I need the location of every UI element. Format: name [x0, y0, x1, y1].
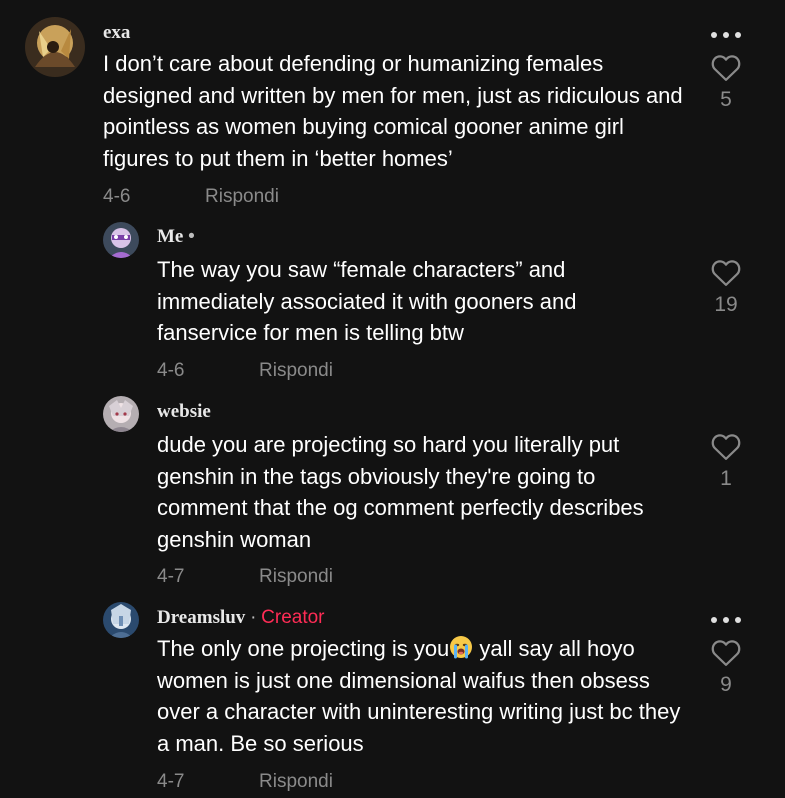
creator-badge: Creator	[261, 607, 325, 628]
reply-button[interactable]: Rispondi	[259, 566, 333, 588]
comment-author[interactable]: websie	[157, 401, 211, 423]
comment-meta: 4-7 Rispondi	[157, 771, 333, 793]
more-options-icon[interactable]	[710, 616, 742, 626]
heart-outline-icon[interactable]	[711, 259, 741, 287]
like-count: 1	[720, 467, 732, 490]
like-control[interactable]: 19	[706, 259, 746, 317]
avatar[interactable]	[103, 222, 139, 258]
comment-text: The only one projecting is you yall say …	[157, 633, 682, 759]
comment-exa: exa I don’t care about defending or huma…	[0, 0, 785, 215]
heart-outline-icon[interactable]	[711, 639, 741, 667]
comment-me: Me • The way you saw “female characters”…	[0, 215, 785, 390]
reply-button[interactable]: Rispondi	[259, 771, 333, 793]
comment-author[interactable]: exa	[103, 22, 130, 44]
comment-text: I don’t care about defending or humanizi…	[103, 51, 683, 171]
comment-meta: 4-6 Rispondi	[157, 360, 333, 382]
comment-author[interactable]: Me •	[157, 226, 195, 248]
author-name[interactable]: Dreamsluv	[157, 607, 245, 628]
comment-text: The way you saw “female characters” and …	[157, 257, 577, 345]
like-count: 19	[714, 293, 738, 316]
author-name[interactable]: Me	[157, 226, 183, 247]
like-control[interactable]: 9	[706, 639, 746, 697]
avatar[interactable]	[25, 17, 85, 77]
author-name[interactable]: exa	[103, 22, 130, 43]
heart-outline-icon[interactable]	[711, 54, 741, 82]
comment-author[interactable]: Dreamsluv · Creator	[157, 607, 325, 629]
like-count: 9	[720, 673, 732, 696]
avatar[interactable]	[103, 602, 139, 638]
comment-meta: 4-7 Rispondi	[157, 566, 333, 588]
author-separator: ·	[250, 607, 257, 628]
like-count: 5	[720, 88, 732, 111]
comment-date: 4-7	[157, 771, 185, 792]
comment-date: 4-7	[157, 566, 185, 587]
loudly-crying-face-icon	[450, 636, 473, 659]
comment-text: dude you are projecting so hard you lite…	[157, 432, 644, 552]
reply-button[interactable]: Rispondi	[259, 360, 333, 382]
comment-date: 4-6	[157, 360, 185, 381]
comment-websie: websie dude you are projecting so hard y…	[0, 390, 785, 600]
comment-dreamsluv: Dreamsluv · Creator The only one project…	[0, 600, 785, 798]
author-name[interactable]: websie	[157, 401, 211, 422]
reply-button[interactable]: Rispondi	[205, 186, 279, 208]
author-dot: •	[188, 226, 195, 247]
like-control[interactable]: 5	[706, 54, 746, 112]
avatar[interactable]	[103, 396, 139, 432]
comment-text-part: The only one projecting is you	[157, 636, 450, 661]
more-options-icon[interactable]	[710, 31, 742, 41]
like-control[interactable]: 1	[706, 433, 746, 491]
heart-outline-icon[interactable]	[711, 433, 741, 461]
comment-date: 4-6	[103, 186, 131, 207]
comment-meta: 4-6 Rispondi	[103, 186, 279, 208]
